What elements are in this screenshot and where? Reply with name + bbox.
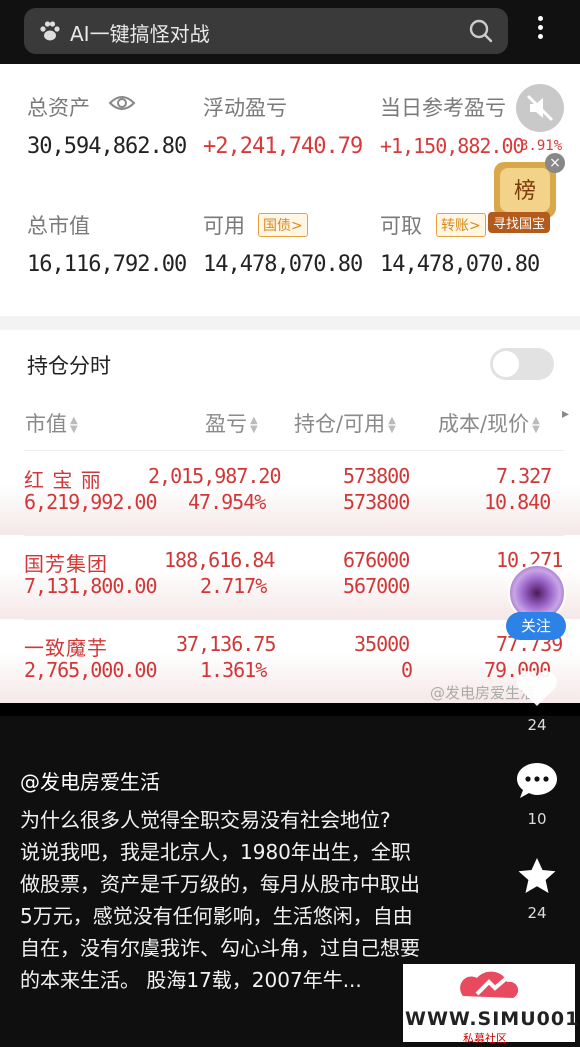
top-bar: AI一键搞怪对战: [0, 0, 580, 64]
float-pl-label: 浮动盈亏: [203, 96, 287, 120]
site-logo: WWW.SIMU001.CN 私募社区: [403, 964, 580, 1045]
col-header-market-value[interactable]: 市值 ▲ ▼: [25, 408, 78, 438]
author-name[interactable]: @发电房爱生活: [20, 766, 160, 795]
day-pl-pct: 3.91%: [520, 138, 563, 154]
paw-icon: [40, 21, 60, 41]
badge-close-icon[interactable]: ×: [545, 153, 565, 173]
search-text: AI一键搞怪对战: [70, 22, 210, 46]
heart-icon: [517, 671, 557, 706]
holdings-title: 持仓分时: [27, 354, 111, 378]
badge-text: 寻找国宝: [488, 212, 551, 233]
withdrawable-value: 14,478,070.80: [380, 252, 540, 277]
scroll-right-icon[interactable]: ▸: [562, 406, 569, 422]
treasury-tag[interactable]: 国债>: [258, 213, 308, 237]
follow-button[interactable]: 关注: [506, 612, 566, 640]
logo-mark-icon: [460, 971, 519, 998]
logo-text: WWW.SIMU001.CN: [405, 1008, 580, 1030]
stock-name: 国芳集团: [24, 552, 108, 576]
comment-icon: [517, 763, 557, 798]
total-assets-label: 总资产: [27, 96, 90, 120]
star-icon: [518, 858, 556, 893]
comment-action[interactable]: 10: [508, 760, 566, 828]
caption-line: 自在，没有尔虞我诈、勾心斗角，过自己想要: [20, 936, 420, 960]
stock-position: 573800: [343, 464, 410, 488]
stock-name: 一致魔芋: [24, 636, 108, 660]
caption-line: 做股票，资产是千万级的，每月从股市中取出: [20, 872, 420, 896]
table-row[interactable]: 国芳集团 7,131,800.00 188,616.84 2.717% 6760…: [0, 536, 580, 619]
stock-available: 567000: [343, 574, 410, 598]
stock-pl: 37,136.75: [176, 632, 276, 656]
col-header-position[interactable]: 持仓/可用 ▲ ▼: [294, 408, 396, 438]
caption-line: 为什么很多人觉得全职交易没有社会地位?: [20, 808, 391, 832]
available-value: 14,478,070.80: [203, 252, 363, 277]
total-assets-value: 30,594,862.80: [27, 134, 187, 159]
stock-price: 10.840: [484, 490, 551, 514]
stock-market-value: 7,131,800.00: [24, 574, 157, 598]
app-root: AI一键搞怪对战 总资产 30,594,862.80 浮动盈亏 +2,241,7…: [0, 0, 580, 1047]
logo-subtext: 私募社区: [463, 1032, 507, 1045]
stock-pl-pct: 47.954%: [188, 490, 266, 514]
stock-available: 573800: [343, 490, 410, 514]
favorite-action[interactable]: 24: [508, 856, 566, 922]
stock-cost: 7.327: [496, 464, 552, 488]
stock-pl: 2,015,987.20: [148, 464, 281, 488]
section-divider: [0, 316, 580, 330]
market-value-label: 总市值: [27, 214, 90, 238]
col-header-cost-price[interactable]: 成本/现价 ▲ ▼: [438, 408, 540, 438]
holdings-panel: 持仓分时 市值 ▲ ▼ 盈亏 ▲ ▼ 持仓/可用 ▲ ▼ 成本/现价 ▲ ▼ ▸ 红 宝 丽 6…: [0, 330, 580, 703]
day-pl-label: 当日参考盈亏: [380, 96, 506, 120]
favorite-count: 24: [527, 904, 547, 922]
stock-pl-pct: 1.361%: [200, 658, 267, 682]
stock-market-value: 2,765,000.00: [24, 658, 157, 682]
available-label: 可用: [203, 214, 245, 238]
stock-position: 676000: [343, 548, 410, 572]
intraday-toggle[interactable]: [490, 348, 554, 380]
divider: [24, 450, 564, 451]
market-value-value: 16,116,792.00: [27, 252, 187, 277]
col-header-pl[interactable]: 盈亏 ▲ ▼: [205, 408, 258, 438]
caption-line: 5万元，感觉没有任何影响，生活悠闲，自由: [20, 904, 413, 928]
mute-icon[interactable]: [516, 84, 564, 132]
stock-position: 35000: [354, 632, 410, 656]
comment-count: 10: [527, 810, 547, 828]
table-row[interactable]: 红 宝 丽 6,219,992.00 2,015,987.20 47.954% …: [0, 452, 580, 535]
eye-icon[interactable]: [108, 94, 136, 112]
caption-line: 说说我吧，我是北京人，1980年出生，全职: [20, 840, 411, 864]
stock-pl: 188,616.84: [164, 548, 275, 572]
stock-name: 红 宝 丽: [24, 468, 102, 492]
search-box[interactable]: AI一键搞怪对战: [24, 8, 508, 54]
float-pl-value: +2,241,740.79: [203, 134, 363, 159]
transfer-tag[interactable]: 转账>: [436, 213, 486, 237]
like-action[interactable]: 24: [508, 668, 566, 734]
stock-pl-pct: 2.717%: [200, 574, 267, 598]
stock-available: 0: [401, 658, 413, 682]
more-menu-icon[interactable]: [530, 12, 550, 46]
badge-icon-text: 榜: [514, 179, 536, 204]
stock-market-value: 6,219,992.00: [24, 490, 157, 514]
search-icon[interactable]: [468, 18, 494, 44]
withdrawable-label: 可取: [380, 214, 422, 238]
like-count: 24: [527, 716, 547, 734]
